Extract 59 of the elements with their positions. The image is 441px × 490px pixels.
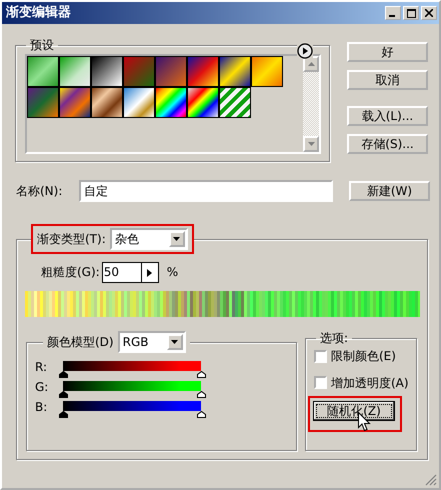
channel-label: B: <box>35 400 48 414</box>
gradient-swatch[interactable] <box>251 56 283 88</box>
maximize-icon <box>406 8 416 18</box>
name-field[interactable]: 自定 <box>79 180 333 202</box>
gradient-swatch[interactable] <box>27 87 59 118</box>
color-slider-track[interactable] <box>63 361 201 371</box>
dialog-button[interactable]: 好 <box>347 42 428 62</box>
gradient-swatch[interactable] <box>59 56 91 88</box>
gradient-swatch[interactable] <box>155 87 187 118</box>
gradient-type-select[interactable]: 杂色 <box>110 228 188 250</box>
color-model-select[interactable]: RGB <box>118 331 186 353</box>
slider-stop-icon[interactable] <box>59 411 68 418</box>
checkbox-label: 增加透明度(A) <box>331 376 409 390</box>
minimize-button[interactable] <box>385 6 401 20</box>
gradient-swatch[interactable] <box>187 56 219 88</box>
menu-arrow-icon[interactable] <box>297 43 313 60</box>
gradient-swatch[interactable] <box>27 56 59 88</box>
slider-stop-icon[interactable] <box>197 411 206 418</box>
close-icon <box>425 9 433 17</box>
field-label: 渐变类型(T): <box>37 232 106 246</box>
maximize-button[interactable] <box>403 6 419 20</box>
slider-stop-icon[interactable] <box>59 391 68 398</box>
color-slider-track[interactable] <box>63 381 201 391</box>
dialog-button[interactable]: 存储(S)... <box>347 134 428 154</box>
dialog-button[interactable]: 载入(L)... <box>347 106 428 126</box>
gradient-swatch[interactable] <box>219 56 251 88</box>
group-label: 选项: <box>319 331 350 346</box>
gradient-swatch[interactable] <box>91 56 123 88</box>
checkbox[interactable] <box>314 376 327 390</box>
gradient-swatch[interactable] <box>91 87 123 118</box>
arrow-up-icon <box>308 62 314 66</box>
slider-stop-icon[interactable] <box>59 371 68 378</box>
gradient-swatch[interactable] <box>155 56 187 88</box>
gradient-swatch[interactable] <box>187 87 219 118</box>
channel-label: G: <box>35 380 50 394</box>
window-title: 渐变编辑器 <box>6 5 72 21</box>
close-button[interactable] <box>421 6 437 20</box>
gradient-swatch[interactable] <box>219 87 251 118</box>
group-label: 预设 <box>29 38 55 52</box>
checkbox-label: 限制颜色(E) <box>331 349 396 364</box>
slider-stop-icon[interactable] <box>197 371 206 378</box>
new-button[interactable]: 新建(W) <box>349 181 430 201</box>
color-slider-track[interactable] <box>63 401 201 411</box>
slider-stop-icon[interactable] <box>197 391 206 398</box>
roughness-field[interactable]: 50 <box>102 262 159 283</box>
field-label: 粗糙度(G): <box>41 265 100 280</box>
resize-grip-icon[interactable] <box>425 474 437 486</box>
scrollbar[interactable] <box>303 56 319 152</box>
dialog-button[interactable]: 取消 <box>347 70 428 90</box>
gradient-swatch[interactable] <box>123 87 155 118</box>
checkbox[interactable] <box>314 350 327 364</box>
arrow-down-icon <box>308 142 314 146</box>
unit-label: % <box>166 265 178 280</box>
field-label: 名称(N): <box>16 184 64 198</box>
scroll-down-button[interactable] <box>303 136 319 152</box>
gradient-swatch[interactable] <box>59 87 91 118</box>
field-label: 颜色模型(D) <box>47 334 114 350</box>
gradient-swatch[interactable] <box>123 56 155 88</box>
channel-label: R: <box>35 360 48 374</box>
